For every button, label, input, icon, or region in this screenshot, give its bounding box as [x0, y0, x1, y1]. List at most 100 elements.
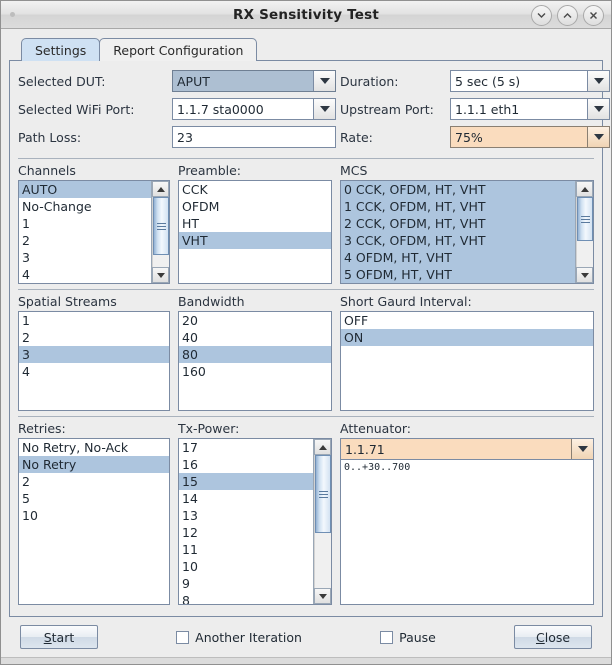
channels-scrollbar[interactable] — [151, 181, 169, 283]
list-item[interactable]: 5 OFDM, HT, VHT — [341, 266, 575, 283]
list-item[interactable]: HT — [179, 215, 331, 232]
scroll-down-icon[interactable] — [576, 267, 593, 283]
list-item[interactable]: 10 — [19, 507, 169, 524]
list-item[interactable]: 17 — [179, 439, 313, 456]
selected-wifi-port-combo[interactable]: 1.1.7 sta0000 — [172, 98, 336, 120]
list-item[interactable]: 20 — [179, 312, 331, 329]
chevron-down-icon[interactable] — [313, 71, 335, 91]
chevron-down-icon[interactable] — [571, 439, 593, 459]
list-item[interactable]: VHT — [179, 232, 331, 249]
scroll-track[interactable] — [576, 197, 593, 267]
list-item[interactable]: 1 CCK, OFDM, HT, VHT — [341, 198, 575, 215]
list-item[interactable]: 5 — [19, 490, 169, 507]
list-item[interactable]: 11 — [179, 541, 313, 558]
button-bar: Start Another Iteration Pause Close — [1, 617, 611, 657]
channels-label: Channels — [18, 163, 76, 178]
path-loss-input[interactable]: 23 — [172, 126, 336, 148]
list-item[interactable]: OFDM — [179, 198, 331, 215]
list-item[interactable]: AUTO — [19, 181, 151, 198]
spatial-streams-listbox[interactable]: 1 2 3 4 — [18, 311, 170, 411]
list-item[interactable]: 80 — [179, 346, 331, 363]
list-item[interactable]: 15 — [179, 473, 313, 490]
tab-report-configuration[interactable]: Report Configuration — [99, 38, 258, 61]
scroll-thumb[interactable] — [153, 197, 169, 255]
another-iteration-checkbox[interactable]: Another Iteration — [176, 630, 302, 645]
short-guard-interval-listbox[interactable]: OFF ON — [340, 311, 594, 411]
list-item[interactable]: 40 — [179, 329, 331, 346]
mcs-group: MCS 0 CCK, OFDM, HT, VHT 1 CCK, OFDM, HT… — [340, 163, 594, 284]
list-item[interactable]: 4 — [19, 363, 169, 380]
scroll-thumb[interactable] — [315, 455, 331, 533]
checkbox-box[interactable] — [380, 630, 394, 644]
list-item[interactable]: 12 — [179, 524, 313, 541]
list-item[interactable]: 10 — [179, 558, 313, 575]
scroll-down-icon[interactable] — [152, 267, 169, 283]
attenuator-combo[interactable]: 1.1.71 — [340, 438, 594, 460]
list-item[interactable]: No Retry, No-Ack — [19, 439, 169, 456]
list-item[interactable]: 1 — [19, 312, 169, 329]
list-item[interactable]: 9 — [179, 575, 313, 592]
scroll-track[interactable] — [314, 455, 331, 588]
selected-dut-combo[interactable]: APUT — [172, 70, 336, 92]
pause-label: Pause — [399, 629, 436, 645]
list-item[interactable]: CCK — [179, 181, 331, 198]
start-button[interactable]: Start — [20, 625, 98, 649]
list-item[interactable]: 14 — [179, 490, 313, 507]
chevron-down-icon[interactable] — [587, 99, 609, 119]
list-item[interactable]: 2 CCK, OFDM, HT, VHT — [341, 215, 575, 232]
attenuator-panel: 1.1.71 0..+30..700 — [340, 438, 594, 605]
mcs-listbox[interactable]: 0 CCK, OFDM, HT, VHT 1 CCK, OFDM, HT, VH… — [340, 180, 594, 284]
mcs-scrollbar[interactable] — [575, 181, 593, 283]
retries-listbox[interactable]: No Retry, No-Ack No Retry 2 5 10 — [18, 438, 170, 605]
list-item[interactable]: 2 — [19, 329, 169, 346]
mcs-label: MCS — [340, 163, 368, 178]
checkbox-box[interactable] — [176, 630, 190, 644]
list-item[interactable]: 3 — [19, 249, 151, 266]
scroll-track[interactable] — [152, 197, 169, 267]
tx-power-scrollbar[interactable] — [313, 439, 331, 604]
tx-power-listbox[interactable]: 17 16 15 14 13 12 11 10 9 8 — [178, 438, 332, 605]
list-item[interactable]: 8 — [179, 592, 313, 604]
list-item[interactable]: 4 OFDM, HT, VHT — [341, 249, 575, 266]
list-item[interactable]: No-Change — [19, 198, 151, 215]
pause-checkbox[interactable]: Pause — [380, 630, 436, 645]
window-icon — [10, 12, 15, 17]
window-title: RX Sensitivity Test — [233, 6, 379, 23]
list-item[interactable]: 2 — [19, 232, 151, 249]
channels-listbox[interactable]: AUTO No-Change 1 2 3 4 — [18, 180, 170, 284]
list-item[interactable]: 16 — [179, 456, 313, 473]
start-button-rest: tart — [51, 629, 75, 645]
list-item[interactable]: 4 — [19, 266, 151, 283]
upstream-port-combo[interactable]: 1.1.1 eth1 — [450, 98, 610, 120]
close-icon[interactable] — [583, 5, 604, 26]
list-item[interactable]: ON — [341, 329, 593, 346]
scroll-up-icon[interactable] — [576, 181, 593, 197]
list-item[interactable]: 0 CCK, OFDM, HT, VHT — [341, 181, 575, 198]
list-item[interactable]: 160 — [179, 363, 331, 380]
attenuator-value: 1.1.71 — [341, 439, 571, 459]
maximize-icon[interactable] — [557, 5, 578, 26]
scroll-up-icon[interactable] — [152, 181, 169, 197]
scroll-up-icon[interactable] — [314, 439, 331, 455]
attenuator-group: Attenuator: 1.1.71 0..+30..700 — [340, 421, 594, 612]
minimize-icon[interactable] — [531, 5, 552, 26]
list-item[interactable]: 3 — [19, 346, 169, 363]
scroll-down-icon[interactable] — [314, 588, 331, 604]
tab-settings[interactable]: Settings — [21, 38, 101, 61]
list-item[interactable]: 13 — [179, 507, 313, 524]
chevron-down-icon[interactable] — [587, 71, 609, 91]
list-item[interactable]: 1 — [19, 215, 151, 232]
chevron-down-icon[interactable] — [313, 99, 335, 119]
scroll-thumb[interactable] — [577, 197, 593, 241]
list-item[interactable]: No Retry — [19, 456, 169, 473]
list-item[interactable]: OFF — [341, 312, 593, 329]
preamble-listbox[interactable]: CCK OFDM HT VHT — [178, 180, 332, 284]
chevron-down-icon[interactable] — [587, 127, 609, 147]
bandwidth-listbox[interactable]: 20 40 80 160 — [178, 311, 332, 411]
list-item[interactable]: 3 CCK, OFDM, HT, VHT — [341, 232, 575, 249]
window-controls — [531, 5, 604, 26]
duration-combo[interactable]: 5 sec (5 s) — [450, 70, 610, 92]
list-item[interactable]: 2 — [19, 473, 169, 490]
close-button[interactable]: Close — [514, 625, 593, 649]
rate-combo[interactable]: 75% — [450, 126, 610, 148]
